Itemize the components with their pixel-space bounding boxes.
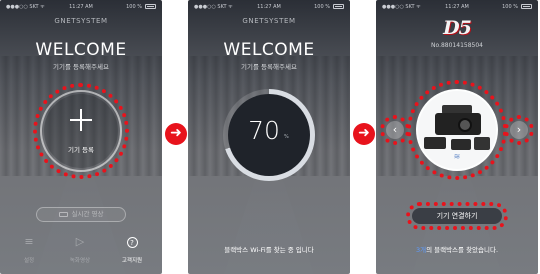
search-status-text: 블랙박스 Wi-Fi를 찾는 중 입니다 <box>224 246 314 254</box>
battery-level: 100 % <box>314 4 330 10</box>
play-icon: ▷ <box>75 235 85 248</box>
welcome-heading: WELCOME <box>35 40 127 60</box>
brand-title: GNETSYSTEM <box>54 17 108 25</box>
brand-title: GNETSYSTEM <box>242 17 296 25</box>
battery-icon <box>145 4 156 9</box>
live-video-button[interactable]: 실시간 영상 <box>36 207 126 222</box>
bottom-tab-bar: ≡ 설정 ▷ 녹화영상 ? 고객지원 <box>0 236 162 270</box>
model-logo: D5 <box>443 17 472 39</box>
tab-settings-label: 설정 <box>23 258 35 264</box>
plus-icon <box>70 109 92 131</box>
register-prompt: 기기를 등록해주세요 <box>53 63 109 71</box>
battery-icon <box>521 4 532 9</box>
progress-value: 70 <box>248 116 280 145</box>
tab-recorded-video[interactable]: ▷ 녹화영상 <box>60 235 100 265</box>
accessory-module <box>474 137 490 150</box>
gps-module <box>451 139 471 150</box>
device-serial-number: No.8801415850​4 <box>431 42 483 49</box>
camera-icon <box>58 211 68 217</box>
battery-level: 100 % <box>502 4 518 10</box>
status-bar: ●●●○○ SKT ᯤ 11:27 AM 100 % <box>382 3 532 13</box>
wifi-icon: ≋ <box>453 152 461 161</box>
battery-level: 100 % <box>126 4 142 10</box>
previous-device-button[interactable]: ‹ <box>386 121 404 139</box>
found-count: 3개 <box>415 246 427 254</box>
register-device-button[interactable]: 기기 등록 <box>44 94 118 168</box>
battery-icon <box>333 4 344 9</box>
tab-customer-support-label: 고객지원 <box>121 258 143 264</box>
connect-device-button[interactable]: 기기 연결하기 <box>412 208 502 224</box>
dashcam-lens-icon <box>458 118 472 132</box>
screen-searching-wifi: ●●●○○ SKT ᯤ 11:27 AM 100 % GNETSYSTEM WE… <box>188 0 350 274</box>
device-image: ≋ <box>416 89 498 171</box>
devices-found-text: 3개의 블랙박스를 찾았습니다. <box>376 244 538 254</box>
status-bar: ●●●○○ SKT ᯤ 11:27 AM 100 % <box>194 3 344 13</box>
status-bar: ●●●○○ SKT ᯤ 11:27 AM 100 % <box>6 3 156 13</box>
settings-icon: ≡ <box>24 235 34 248</box>
progress-dial: 70 % <box>228 94 310 176</box>
flow-arrow-icon: ➜ <box>165 123 187 145</box>
welcome-heading: WELCOME <box>223 40 315 60</box>
next-device-button[interactable]: › <box>510 121 528 139</box>
register-device-label: 기기 등록 <box>68 146 94 154</box>
screen-device-found: ●●●○○ SKT ᯤ 11:27 AM 100 % D5 No.8801415… <box>376 0 538 274</box>
screen-welcome-register: ●●●○○ SKT ᯤ 11:27 AM 100 % GNETSYSTEM WE… <box>0 0 162 274</box>
register-prompt: 기기를 등록해주세요 <box>241 63 297 71</box>
flow-arrow-icon: ➜ <box>353 123 375 145</box>
live-video-label: 실시간 영상 <box>71 210 104 218</box>
progress-unit: % <box>284 134 289 140</box>
rear-camera <box>424 137 446 149</box>
help-icon: ? <box>112 236 152 248</box>
progress-ring: 70 % <box>223 89 315 181</box>
tab-recorded-video-label: 녹화영상 <box>69 258 91 264</box>
tab-customer-support[interactable]: ? 고객지원 <box>112 236 152 264</box>
tab-settings[interactable]: ≡ 설정 <box>9 235 49 265</box>
found-suffix: 의 블랙박스를 찾았습니다. <box>426 246 499 254</box>
